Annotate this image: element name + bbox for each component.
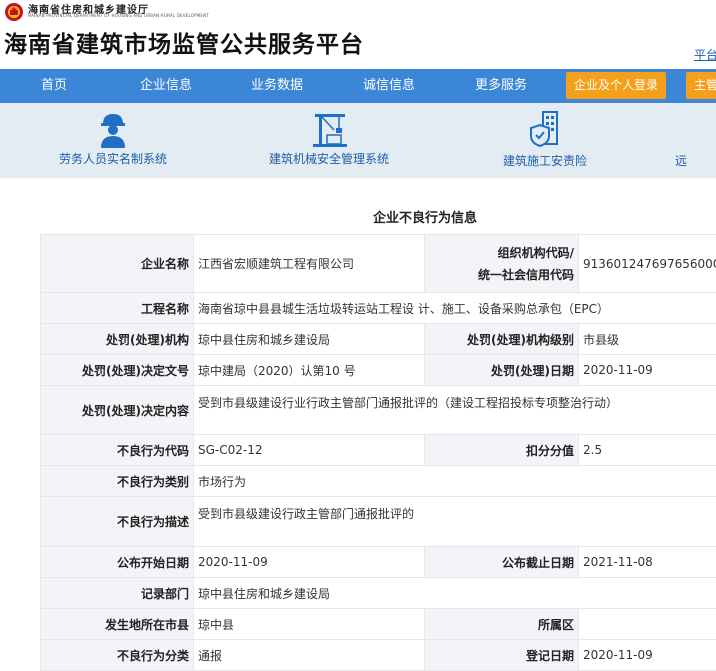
table-row: 不良行为代码 SG-C02-12 扣分分值 2.5 xyxy=(40,434,716,466)
admin-button[interactable]: 主管 xyxy=(686,72,716,99)
table-row: 记录部门 琼中县住房和城乡建设局 xyxy=(40,577,716,609)
location-label: 发生地所在市县 xyxy=(40,608,194,640)
service-label: 劳务人员实名制系统 xyxy=(58,152,167,166)
org-code-label-line1: 组织机构代码/ xyxy=(497,245,574,260)
table-row: 处罚(处理)决定内容 受到市县级建设行业行政主管部门通报批评的（建设工程招投标专… xyxy=(40,385,716,435)
worker-icon xyxy=(101,114,125,148)
register-date-label: 登记日期 xyxy=(424,639,579,671)
location-value: 琼中县 xyxy=(193,608,425,640)
district-value xyxy=(578,608,716,640)
table-row: 公布开始日期 2020-11-09 公布截止日期 2021-11-08 xyxy=(40,546,716,578)
decision-label: 处罚(处理)决定内容 xyxy=(40,385,194,435)
emblem-icon xyxy=(5,3,23,21)
table-row: 工程名称 海南省琼中县县城生活垃圾转运站工程设 计、施工、设备采购总承包（EPC… xyxy=(40,292,716,324)
table-row: 不良行为类别 市场行为 xyxy=(40,465,716,497)
bad-behavior-table: 企业名称 江西省宏顺建筑工程有限公司 组织机构代码/ 统一社会信用代码 9136… xyxy=(40,234,716,671)
deduction-value: 2.5 xyxy=(578,434,716,466)
category-value: 通报 xyxy=(193,639,425,671)
service-strip: 劳务人员实名制系统 建筑机械安全管理系统 建筑施工安责险 远 xyxy=(0,103,716,178)
district-label: 所属区 xyxy=(424,608,579,640)
category-label: 不良行为分类 xyxy=(40,639,194,671)
deduction-label: 扣分分值 xyxy=(424,434,579,466)
service-more[interactable]: 远 xyxy=(675,103,716,178)
main-nav: 首页 企业信息 业务数据 诚信信息 更多服务 企业及个人登录 主管 xyxy=(0,69,716,103)
publish-end-label: 公布截止日期 xyxy=(424,546,579,578)
penalty-date-label: 处罚(处理)日期 xyxy=(424,354,579,386)
table-row: 发生地所在市县 琼中县 所属区 xyxy=(40,608,716,640)
doc-no-value: 琼中建局（2020）认第10 号 xyxy=(193,354,425,386)
nav-more-services[interactable]: 更多服务 xyxy=(456,69,546,103)
authority-value: 琼中县住房和城乡建设局 xyxy=(193,323,425,355)
project-value: 海南省琼中县县城生活垃圾转运站工程设 计、施工、设备采购总承包（EPC） xyxy=(193,292,716,324)
publish-start-value: 2020-11-09 xyxy=(193,546,425,578)
record-dept-label: 记录部门 xyxy=(40,577,194,609)
behavior-code-value: SG-C02-12 xyxy=(193,434,425,466)
crane-icon xyxy=(313,114,347,147)
behavior-type-value: 市场行为 xyxy=(193,465,716,497)
project-label: 工程名称 xyxy=(40,292,194,324)
table-row: 处罚(处理)机构 琼中县住房和城乡建设局 处罚(处理)机构级别 市县级 xyxy=(40,323,716,355)
authority-level-value: 市县级 xyxy=(578,323,716,355)
service-worker-registration[interactable]: 劳务人员实名制系统 xyxy=(28,103,198,178)
department-name-en: HAINAN PROVINCIAL DEPARTMENT OF HOUSING … xyxy=(28,13,209,18)
platform-link[interactable]: 平台 xyxy=(694,46,716,63)
org-code-value: 91360124769765600Q xyxy=(578,234,716,293)
table-row: 不良行为描述 受到市县级建设行政主管部门通报批评的 xyxy=(40,496,716,547)
behavior-type-label: 不良行为类别 xyxy=(40,465,194,497)
site-header: 海南省住房和城乡建设厅 HAINAN PROVINCIAL DEPARTMENT… xyxy=(0,0,716,69)
table-row: 企业名称 江西省宏顺建筑工程有限公司 组织机构代码/ 统一社会信用代码 9136… xyxy=(40,234,716,293)
publish-start-label: 公布开始日期 xyxy=(40,546,194,578)
nav-business-data[interactable]: 业务数据 xyxy=(232,69,322,103)
behavior-desc-value: 受到市县级建设行政主管部门通报批评的 xyxy=(193,496,716,547)
company-name-value: 江西省宏顺建筑工程有限公司 xyxy=(193,234,425,293)
nav-home[interactable]: 首页 xyxy=(9,69,99,103)
org-code-label-line2: 统一社会信用代码 xyxy=(477,267,574,282)
nav-credit-info[interactable]: 诚信信息 xyxy=(344,69,434,103)
org-code-label: 组织机构代码/ 统一社会信用代码 xyxy=(424,234,579,293)
register-date-value: 2020-11-09 xyxy=(578,639,716,671)
behavior-desc-label: 不良行为描述 xyxy=(40,496,194,547)
table-row: 处罚(处理)决定文号 琼中建局（2020）认第10 号 处罚(处理)日期 202… xyxy=(40,354,716,386)
login-button[interactable]: 企业及个人登录 xyxy=(566,72,667,99)
nav-enterprise-info[interactable]: 企业信息 xyxy=(121,69,211,103)
table-row: 不良行为分类 通报 登记日期 2020-11-09 xyxy=(40,639,716,671)
building-shield-icon xyxy=(530,111,558,148)
behavior-code-label: 不良行为代码 xyxy=(40,434,194,466)
publish-end-value: 2021-11-08 xyxy=(578,546,716,578)
penalty-date-value: 2020-11-09 xyxy=(578,354,716,386)
record-dept-value: 琼中县住房和城乡建设局 xyxy=(193,577,716,609)
section-title: 企业不良行为信息 xyxy=(372,211,477,226)
authority-level-label: 处罚(处理)机构级别 xyxy=(424,323,579,355)
service-machinery-safety[interactable]: 建筑机械安全管理系统 xyxy=(244,103,414,178)
site-title: 海南省建筑市场监管公共服务平台 xyxy=(4,32,364,58)
service-label: 远 xyxy=(674,154,687,168)
doc-no-label: 处罚(处理)决定文号 xyxy=(40,354,194,386)
decision-value: 受到市县级建设行业行政主管部门通报批评的（建设工程招投标专项整治行动） xyxy=(193,385,716,435)
authority-label: 处罚(处理)机构 xyxy=(40,323,194,355)
service-label: 建筑机械安全管理系统 xyxy=(268,152,389,166)
company-name-label: 企业名称 xyxy=(40,234,194,293)
